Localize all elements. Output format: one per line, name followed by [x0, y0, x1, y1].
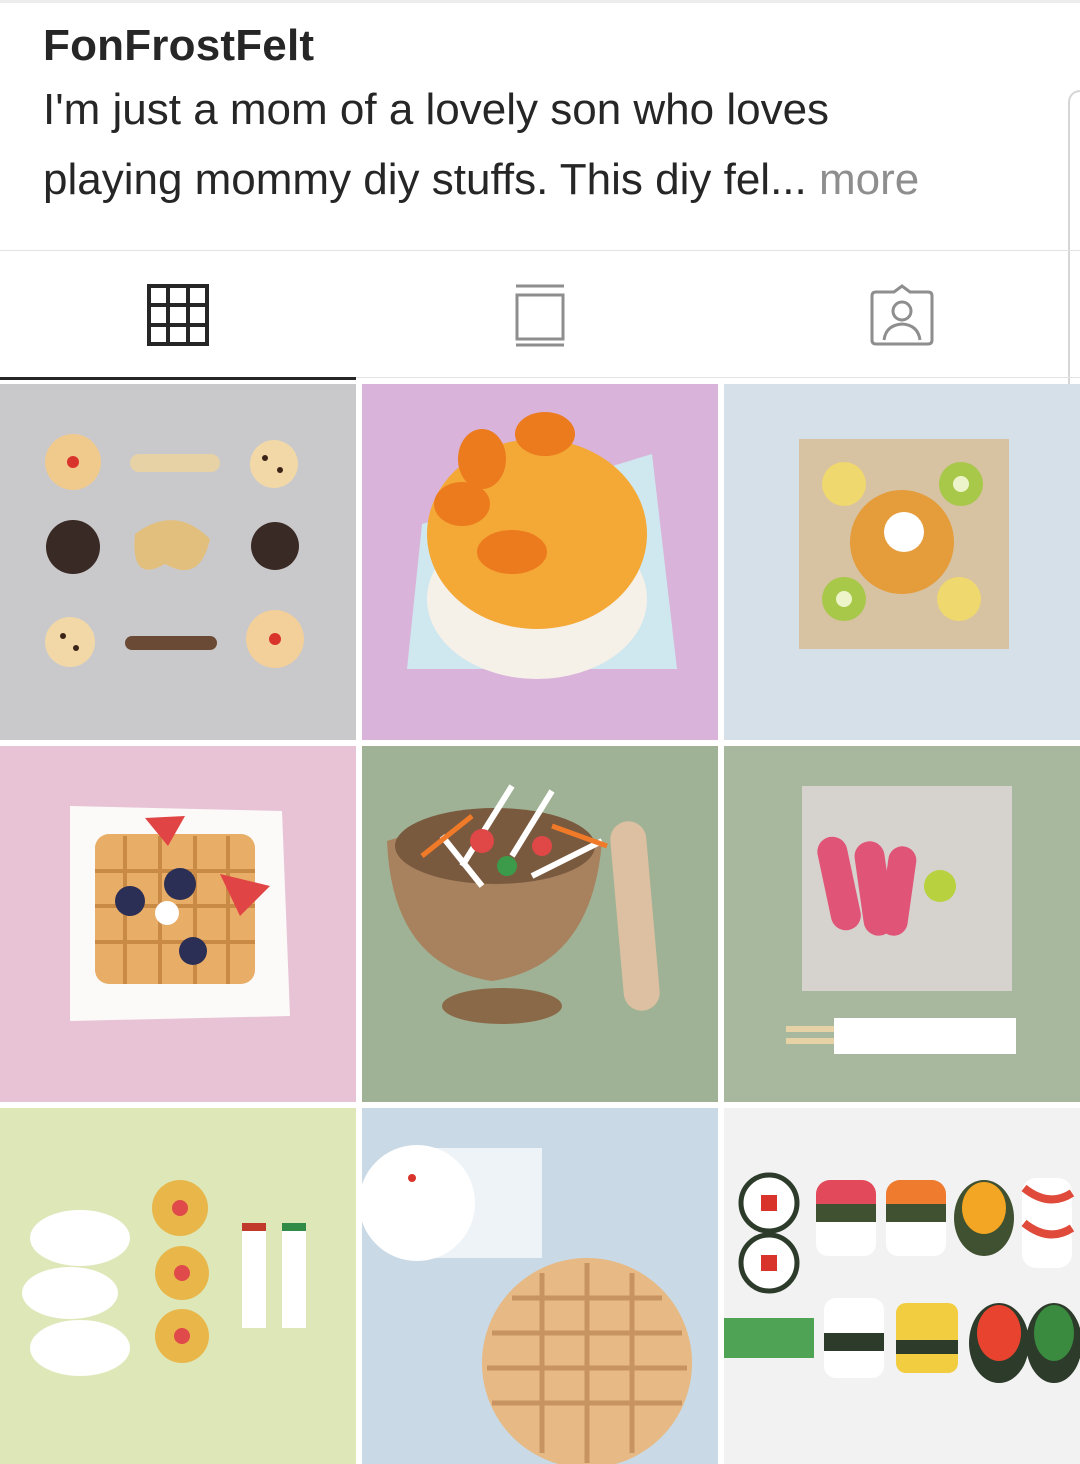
felt-bun-steamer-image — [362, 1108, 718, 1464]
felt-orange-cake-image — [362, 384, 718, 740]
felt-waffle-image — [0, 746, 356, 1102]
felt-crab-sticks-image — [724, 746, 1080, 1102]
post-thumbnail[interactable] — [362, 1108, 718, 1464]
felt-sushi-image — [724, 1108, 1080, 1464]
bio-text-line-1: I'm just a mom of a lovely son who loves — [43, 85, 830, 134]
profile-bio-section: FonFrostFelt I'm just a mom of a lovely … — [0, 0, 1080, 250]
post-thumbnail[interactable] — [724, 1108, 1080, 1464]
post-thumbnail[interactable] — [724, 384, 1080, 740]
tab-tagged[interactable] — [724, 251, 1080, 378]
felt-papaya-salad-image — [362, 746, 718, 1102]
post-thumbnail[interactable] — [0, 746, 356, 1102]
post-thumbnail[interactable] — [0, 1108, 356, 1464]
more-link[interactable]: more — [819, 155, 919, 204]
profile-username[interactable]: FonFrostFelt — [43, 21, 314, 71]
bio-text-line-2: playing mommy diy stuffs. This diy fel..… — [43, 155, 919, 205]
active-tab-indicator — [0, 377, 356, 380]
post-grid — [0, 384, 1080, 1464]
tagged-icon — [870, 283, 934, 345]
post-thumbnail[interactable] — [0, 384, 356, 740]
post-thumbnail[interactable] — [362, 384, 718, 740]
post-thumbnail[interactable] — [362, 746, 718, 1102]
tab-feed[interactable] — [362, 251, 718, 378]
felt-dumplings-image — [0, 1108, 356, 1464]
bio-text-line-2-content: playing mommy diy stuffs. This diy fel..… — [43, 155, 807, 204]
post-thumbnail[interactable] — [724, 746, 1080, 1102]
felt-cookies-image — [0, 384, 356, 740]
profile-tabs — [0, 250, 1080, 380]
feed-icon — [515, 284, 565, 346]
tab-grid[interactable] — [0, 251, 356, 380]
grid-icon — [147, 283, 209, 346]
felt-pancake-image — [724, 384, 1080, 740]
